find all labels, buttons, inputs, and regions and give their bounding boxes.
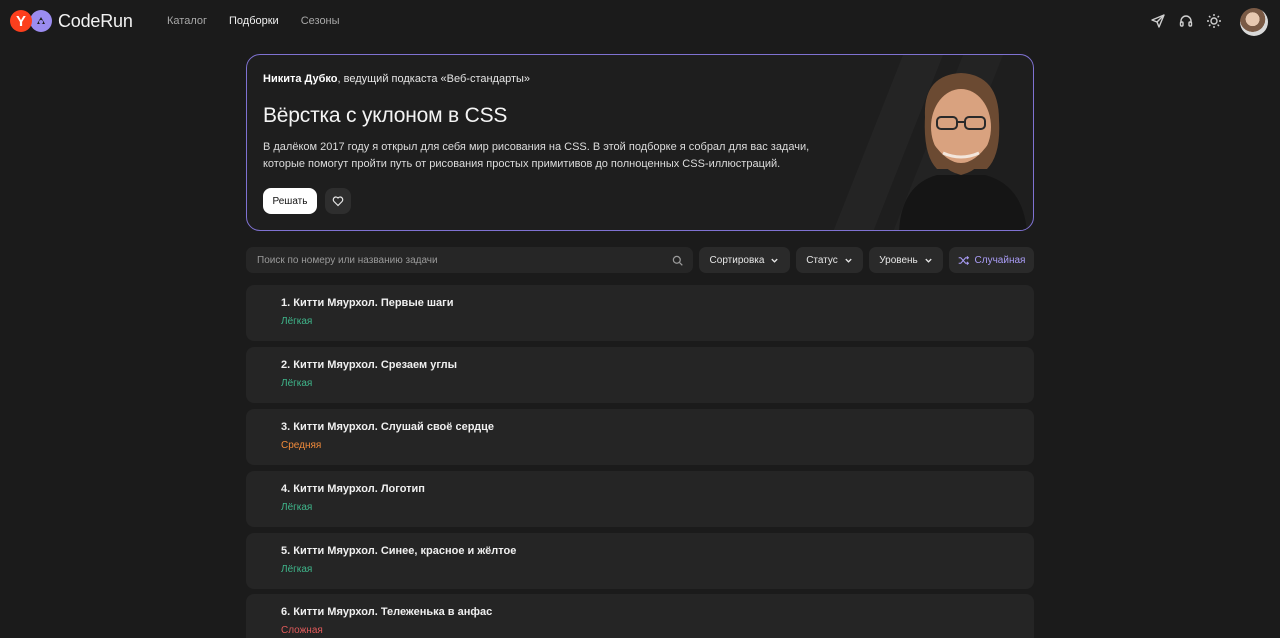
author-photo (899, 73, 1027, 230)
task-title: 6. Китти Мяурхол. Тележенька в анфас (281, 606, 493, 618)
sort-dropdown[interactable]: Сортировка (699, 247, 790, 273)
task-title: 5. Китти Мяурхол. Синее, красное и жёлто… (281, 545, 517, 557)
task-title: 3. Китти Мяурхол. Слушай своё сердце (281, 421, 494, 433)
task-item[interactable]: 4. Китти Мяурхол. Логотип Лёгкая (246, 471, 1034, 527)
task-level: Лёгкая (281, 316, 313, 327)
user-avatar[interactable] (1240, 8, 1268, 36)
task-level: Лёгкая (281, 502, 313, 513)
random-label: Случайная (974, 254, 1026, 266)
yandex-logo-icon: Y (10, 10, 32, 32)
brand-name: CodeRun (58, 10, 133, 31)
chevron-down-icon (925, 258, 932, 263)
author-role: , ведущий подкаста «Веб-стандарты» (337, 73, 531, 85)
status-label: Статус (806, 254, 838, 266)
task-item[interactable]: 3. Китти Мяурхол. Слушай своё сердце Сре… (246, 409, 1034, 465)
task-title: 1. Китти Мяурхол. Первые шаги (281, 297, 454, 309)
banner-description: В далёком 2017 году я открыл для себя ми… (263, 141, 810, 170)
collection-banner: Никита Дубко, ведущий подкаста «Веб-стан… (246, 54, 1034, 231)
search-icon[interactable] (672, 255, 683, 266)
top-bar: Y CodeRun Каталог Подборки Сезоны (0, 0, 1280, 44)
search-bar (246, 247, 693, 273)
random-task-button[interactable]: Случайная (949, 247, 1034, 273)
task-title: 4. Китти Мяурхол. Логотип (281, 483, 425, 495)
task-item[interactable]: 2. Китти Мяурхол. Срезаем углы Лёгкая (246, 347, 1034, 403)
task-level: Лёгкая (281, 378, 313, 389)
task-level: Сложная (281, 625, 323, 636)
nav-item-seasons[interactable]: Сезоны (301, 15, 340, 27)
author-name: Никита Дубко (263, 73, 338, 85)
favorite-button[interactable] (325, 188, 351, 214)
task-item[interactable]: 5. Китти Мяурхол. Синее, красное и жёлто… (246, 533, 1034, 589)
main-nav: Каталог Подборки Сезоны (167, 15, 340, 27)
send-icon[interactable] (1150, 13, 1166, 29)
solve-button[interactable]: Решать (263, 188, 317, 214)
banner-author: Никита Дубко, ведущий подкаста «Веб-стан… (263, 73, 530, 85)
task-item[interactable]: 1. Китти Мяурхол. Первые шаги Лёгкая (246, 285, 1034, 341)
headset-icon[interactable] (1178, 13, 1194, 29)
level-dropdown[interactable]: Уровень (869, 247, 943, 273)
sun-icon[interactable] (1206, 13, 1222, 29)
shuffle-icon (958, 255, 969, 265)
task-title: 2. Китти Мяурхол. Срезаем углы (281, 359, 458, 371)
page-title: Вёрстка с уклоном в CSS (263, 104, 508, 127)
logo[interactable]: Y CodeRun (10, 10, 133, 32)
status-dropdown[interactable]: Статус (796, 247, 863, 273)
level-label: Уровень (879, 254, 918, 266)
search-input[interactable] (246, 254, 693, 266)
chevron-down-icon (845, 258, 852, 263)
task-item[interactable]: 6. Китти Мяурхол. Тележенька в анфас Сло… (246, 594, 1034, 638)
header-actions (1150, 13, 1222, 29)
chevron-down-icon (771, 258, 779, 263)
coderun-logo-icon (30, 10, 52, 32)
task-level: Лёгкая (281, 564, 313, 575)
nav-item-catalog[interactable]: Каталог (167, 15, 207, 27)
nav-item-collections[interactable]: Подборки (229, 15, 279, 27)
sort-label: Сортировка (709, 254, 765, 266)
heart-icon (332, 196, 344, 207)
task-level: Средняя (281, 440, 322, 451)
